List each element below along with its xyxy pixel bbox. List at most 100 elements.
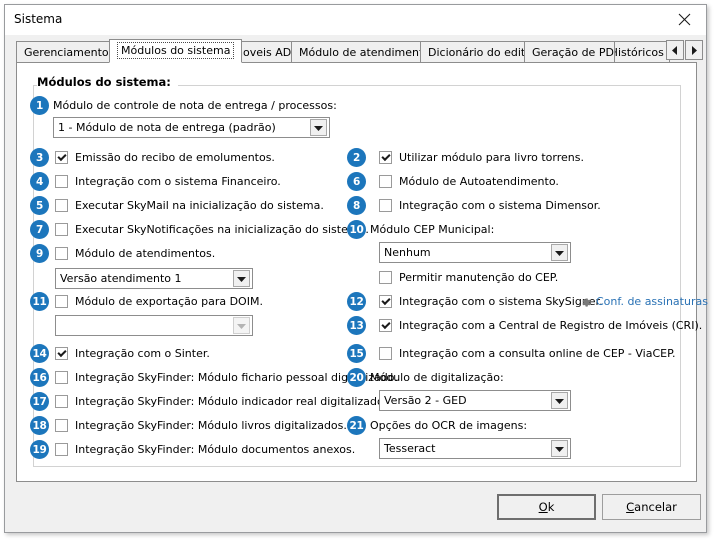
label-opcoes-ocr: Opções do OCR de imagens: <box>370 419 528 432</box>
label-integracao-skysigner: Integração com o sistema SkySigner. <box>399 295 603 308</box>
doim-combo[interactable] <box>55 315 253 336</box>
badge-4: 4 <box>30 172 49 191</box>
checkbox-livro-torrens[interactable] <box>379 151 392 164</box>
chevron-down-icon <box>233 270 250 287</box>
tab-label: Dicionário do editor <box>428 45 537 59</box>
label-skyfinder-indicador-real: Integração SkyFinder: Módulo indicador r… <box>75 395 388 408</box>
close-icon <box>678 13 691 26</box>
checkbox-integracao-viacep[interactable] <box>379 347 392 360</box>
cancel-button-label: Cancelar <box>626 500 677 514</box>
label-integracao-sinter: Integração com o Sinter. <box>75 347 210 360</box>
tab-historicos[interactable]: Históricos d <box>614 41 670 62</box>
tab-label: Módulo de atendimento <box>299 45 431 59</box>
group-box-title: Módulos do sistema: <box>37 75 178 89</box>
label-modulo-atendimentos: Módulo de atendimentos. <box>75 247 216 260</box>
system-settings-dialog: Sistema Gerenciamento Módulos do sistema… <box>4 4 708 533</box>
tab-scroll-left-button[interactable] <box>666 40 684 60</box>
checkbox-modulo-atendimentos[interactable] <box>55 247 68 260</box>
ocr-combo[interactable]: Tesseract <box>379 438 571 459</box>
checkbox-exportacao-doim[interactable] <box>55 295 68 308</box>
label-integracao-dimensor: Integração com o sistema Dimensor. <box>399 199 601 212</box>
delivery-note-label: Módulo de controle de nota de entrega / … <box>53 99 337 112</box>
label-skyfinder-livros-digitalizados: Integração SkyFinder: Módulo livros digi… <box>75 419 347 432</box>
checkbox-integracao-cri[interactable] <box>379 319 392 332</box>
chevron-down-icon <box>310 119 327 136</box>
badge-18: 18 <box>30 416 49 435</box>
label-permitir-manutencao-cep: Permitir manutenção do CEP. <box>399 271 559 284</box>
badge-9: 9 <box>30 244 49 263</box>
badge-17: 17 <box>30 392 49 411</box>
label-emissao-recibo-emolumentos: Emissão do recibo de emolumentos. <box>75 151 275 164</box>
close-button[interactable] <box>662 5 706 34</box>
digitalizacao-value: Versão 2 - GED <box>384 394 467 407</box>
cancel-button[interactable]: Cancelar <box>602 494 701 520</box>
atendimento-version-value: Versão atendimento 1 <box>60 272 182 285</box>
badge-16: 16 <box>30 368 49 387</box>
checkbox-emissao-recibo-emolumentos[interactable] <box>55 151 68 164</box>
tab-gerenciamento[interactable]: Gerenciamento <box>16 41 117 62</box>
chevron-right-icon <box>690 45 698 55</box>
badge-12: 12 <box>347 292 366 311</box>
checkbox-integracao-dimensor[interactable] <box>379 199 392 212</box>
checkbox-executar-skynotificacoes[interactable] <box>55 223 68 236</box>
tab-modulo-de-atendimento[interactable]: Módulo de atendimento <box>291 41 439 62</box>
badge-8: 8 <box>347 196 366 215</box>
badge-11: 11 <box>30 292 49 311</box>
checkbox-integracao-financeiro[interactable] <box>55 175 68 188</box>
label-exportacao-doim: Módulo de exportação para DOIM. <box>75 295 263 308</box>
ok-accel: O <box>538 500 548 514</box>
delivery-note-combo-value: 1 - Módulo de nota de entrega (padrão) <box>58 121 276 134</box>
group-box-border-right <box>680 85 681 467</box>
title-bar: Sistema <box>5 5 706 35</box>
group-box-border-bottom <box>33 466 681 467</box>
cep-municipal-combo[interactable]: Nenhum <box>379 242 571 263</box>
tab-label: Módulos do sistema <box>117 42 235 59</box>
chevron-down-icon <box>551 392 568 409</box>
badge-10: 10 <box>347 220 366 239</box>
tab-panel-modulos-do-sistema: Módulos do sistema: 1 Módulo de controle… <box>16 62 708 482</box>
label-skyfinder-documentos-anexos: Integração SkyFinder: Módulo documentos … <box>75 443 356 456</box>
chevron-down-icon <box>551 440 568 457</box>
atendimento-version-combo[interactable]: Versão atendimento 1 <box>55 268 253 289</box>
checkbox-integracao-skysigner[interactable] <box>379 295 392 308</box>
label-modulo-digitalizacao: Módulo de digitalização: <box>370 371 504 384</box>
gear-icon[interactable] <box>579 296 592 309</box>
tab-scroll-right-button[interactable] <box>685 40 703 60</box>
badge-5: 5 <box>30 196 49 215</box>
badge-6: 6 <box>347 172 366 191</box>
label-modulo-cep-municipal: Módulo CEP Municipal: <box>370 223 495 236</box>
checkbox-skyfinder-documentos-anexos[interactable] <box>55 443 68 456</box>
chevron-down-icon <box>233 317 250 334</box>
cep-municipal-value: Nenhum <box>384 246 431 259</box>
tab-modulos-do-sistema[interactable]: Módulos do sistema <box>109 39 243 63</box>
checkbox-integracao-sinter[interactable] <box>55 347 68 360</box>
badge-14: 14 <box>30 344 49 363</box>
badge-20: 20 <box>347 368 366 387</box>
badge-7: 7 <box>30 220 49 239</box>
chevron-left-icon <box>671 45 679 55</box>
window-title: Sistema <box>14 12 63 26</box>
ok-button-label: Ok <box>539 500 555 514</box>
checkbox-skyfinder-livros-digitalizados[interactable] <box>55 419 68 432</box>
tab-label: Gerenciamento <box>24 45 109 59</box>
badge-19: 19 <box>30 440 49 459</box>
delivery-note-combo[interactable]: 1 - Módulo de nota de entrega (padrão) <box>53 117 330 138</box>
checkbox-modulo-autoatendimento[interactable] <box>379 175 392 188</box>
checkbox-skyfinder-fichario-pessoal[interactable] <box>55 371 68 384</box>
badge-3: 3 <box>30 148 49 167</box>
badge-15: 15 <box>347 344 366 363</box>
badge-1: 1 <box>30 96 49 115</box>
label-executar-skymail: Executar SkyMail na inicialização do sis… <box>75 199 324 212</box>
ok-rest: k <box>547 500 555 514</box>
label-integracao-viacep: Integração com a consulta online de CEP … <box>399 347 676 360</box>
chevron-down-icon <box>551 244 568 261</box>
tab-label: Históricos d <box>614 45 669 59</box>
checkbox-permitir-manutencao-cep[interactable] <box>379 271 392 284</box>
ocr-value: Tesseract <box>384 442 436 455</box>
checkbox-executar-skymail[interactable] <box>55 199 68 212</box>
conf-assinaturas-link[interactable]: Conf. de assinaturas <box>596 295 708 308</box>
digitalizacao-combo[interactable]: Versão 2 - GED <box>379 390 571 411</box>
checkbox-skyfinder-indicador-real[interactable] <box>55 395 68 408</box>
badge-21: 21 <box>347 416 366 435</box>
ok-button[interactable]: Ok <box>497 494 596 520</box>
